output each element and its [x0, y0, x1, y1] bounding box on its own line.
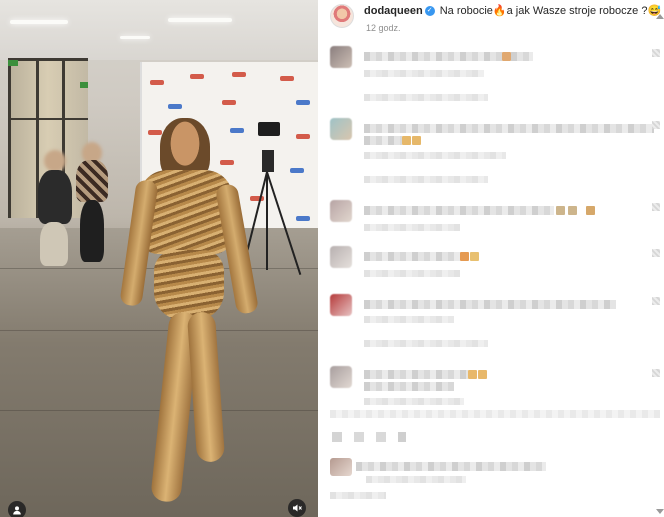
- performer-torso: [154, 250, 224, 320]
- liked-by-redacted[interactable]: [366, 476, 466, 483]
- comment-text-redacted: [364, 370, 468, 379]
- emoji-redacted: [502, 52, 511, 61]
- bystander-body: [76, 160, 108, 202]
- sponsor-logo: [290, 168, 304, 173]
- sponsor-logo: [296, 100, 310, 105]
- avatar[interactable]: [330, 294, 352, 316]
- speaker-muted-icon: [293, 504, 302, 512]
- comment-post-icon[interactable]: [354, 432, 364, 442]
- scroll-down-arrow-icon[interactable]: [656, 509, 664, 514]
- emoji-redacted: [468, 370, 477, 379]
- ceiling-light: [168, 18, 232, 22]
- comment-text-redacted: [364, 252, 460, 261]
- comment-item: [330, 294, 660, 354]
- view-replies-redacted[interactable]: [364, 94, 488, 101]
- exit-sign: [8, 60, 18, 66]
- user-tag-icon: [13, 506, 21, 515]
- comment-meta-redacted: [364, 316, 454, 323]
- liked-by-redacted[interactable]: [356, 462, 546, 471]
- emoji-redacted: [412, 136, 421, 145]
- avatar[interactable]: [330, 4, 354, 28]
- avatar[interactable]: [330, 118, 352, 140]
- comment-meta-redacted: [364, 152, 506, 159]
- emoji-redacted: [470, 252, 479, 261]
- sponsor-logo: [296, 134, 310, 139]
- comment-meta-redacted: [364, 70, 484, 77]
- tagged-users-button[interactable]: [8, 501, 26, 517]
- verified-badge-icon: ✓: [424, 5, 435, 16]
- username-link[interactable]: dodaqueen: [364, 5, 423, 17]
- comment-text-redacted: [364, 382, 454, 391]
- post-timestamp[interactable]: 12 godz.: [366, 23, 401, 33]
- comment-item: [330, 46, 660, 106]
- sponsor-logo: [250, 196, 264, 201]
- sponsor-logo: [150, 80, 164, 85]
- like-comment-icon[interactable]: [652, 203, 660, 211]
- floor-seam: [0, 330, 318, 331]
- sponsor-logo: [232, 72, 246, 77]
- mute-button[interactable]: [288, 499, 306, 517]
- sponsor-logo: [230, 128, 244, 133]
- divider-redacted: [330, 410, 660, 418]
- avatar[interactable]: [330, 200, 352, 222]
- ceiling-light: [10, 20, 68, 24]
- comments-panel: dodaqueen ✓ Na robocie🔥a jak Wasze stroje…: [318, 0, 664, 517]
- emoji-redacted: [586, 206, 595, 215]
- camera-mount: [262, 150, 274, 172]
- like-comment-icon[interactable]: [652, 49, 660, 57]
- emoji-redacted: [460, 252, 469, 261]
- tripod-leg: [266, 172, 268, 270]
- comment-text-redacted: [364, 206, 554, 215]
- like-comment-icon[interactable]: [652, 297, 660, 305]
- comment-text-redacted: [364, 124, 654, 133]
- window-frame: [8, 118, 88, 120]
- sponsor-logo: [220, 160, 234, 165]
- scroll-up-arrow-icon[interactable]: [656, 14, 664, 19]
- comment-meta-redacted: [364, 224, 460, 231]
- comment-item: [330, 118, 660, 183]
- like-comment-icon[interactable]: [652, 121, 660, 129]
- bookmark-icon[interactable]: [398, 432, 406, 442]
- post-video[interactable]: [0, 0, 318, 517]
- share-post-icon[interactable]: [376, 432, 386, 442]
- sponsor-logo: [280, 76, 294, 81]
- sponsor-logo: [168, 104, 182, 109]
- liked-by-avatars[interactable]: [330, 458, 352, 476]
- view-replies-redacted[interactable]: [364, 176, 488, 183]
- window-frame: [8, 58, 88, 61]
- like-comment-icon[interactable]: [652, 369, 660, 377]
- post-date-redacted: [330, 492, 386, 499]
- exit-sign: [80, 82, 88, 88]
- bystander-body: [38, 170, 72, 224]
- bystander-legs: [80, 200, 104, 262]
- sponsor-logo: [190, 74, 204, 79]
- caption-text: Na robocie🔥a jak Wasze stroje robocze ?😅: [439, 5, 662, 17]
- avatar[interactable]: [330, 46, 352, 68]
- bystander-legs: [40, 222, 68, 266]
- sponsor-logo: [222, 100, 236, 105]
- ceiling-light: [120, 36, 150, 39]
- emoji-redacted: [568, 206, 577, 215]
- emoji-redacted: [402, 136, 411, 145]
- ceiling: [0, 0, 318, 60]
- comment-meta-redacted: [364, 270, 460, 277]
- like-comment-icon[interactable]: [652, 249, 660, 257]
- comment-meta-redacted: [364, 398, 464, 405]
- like-post-icon[interactable]: [332, 432, 342, 442]
- camera: [258, 122, 280, 136]
- sponsor-logo: [296, 216, 310, 221]
- window-frame: [8, 58, 11, 218]
- comment-text-redacted: [364, 136, 402, 145]
- comment-text-redacted: [364, 52, 502, 61]
- avatar[interactable]: [330, 246, 352, 268]
- emoji-redacted: [478, 370, 487, 379]
- comment-text-redacted: [364, 300, 616, 309]
- sponsor-logo: [148, 130, 162, 135]
- bystander-head: [44, 150, 66, 172]
- avatar[interactable]: [330, 366, 352, 388]
- emoji-redacted: [556, 206, 565, 215]
- view-replies-redacted[interactable]: [364, 340, 488, 347]
- comment-text-redacted: [511, 52, 533, 61]
